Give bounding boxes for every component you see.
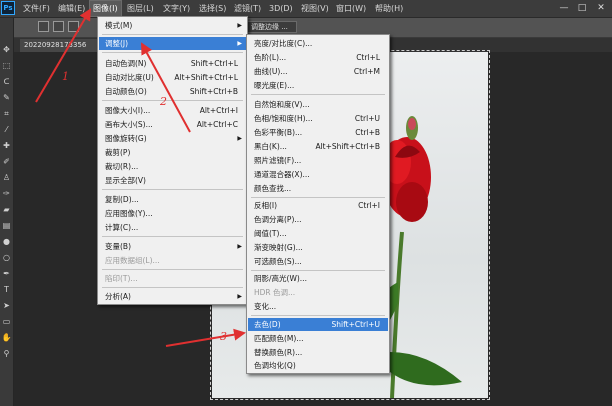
adjust-color-lookup[interactable]: 颜色查找... [248,182,388,195]
image-menu-calculations[interactable]: 计算(C)... [99,221,246,234]
move-tool-icon[interactable]: ✥ [1,44,12,55]
crop-tool-icon[interactable]: ⌗ [1,108,12,119]
hand-tool-icon[interactable]: ✋ [1,332,12,343]
image-menu-trim[interactable]: 裁切(R)... [99,160,246,173]
healing-brush-icon[interactable]: ✚ [1,140,12,151]
clone-stamp-icon[interactable]: ♙ [1,172,12,183]
pen-tool-icon[interactable]: ✒ [1,268,12,279]
close-button[interactable]: ✕ [593,0,609,17]
adjust-brightness-contrast[interactable]: 亮度/对比度(C)... [248,37,388,50]
minimize-button[interactable]: — [556,0,572,17]
adjust-gradient-map[interactable]: 渐变映射(G)... [248,241,388,254]
new-selection-icon[interactable] [38,21,49,32]
menu-3d[interactable]: 3D(D) [266,0,296,17]
annotation-label-1: 1 [62,70,69,83]
tools-panel: ✥ ⬚ ᑕ ✎ ⌗ ⁄ ✚ ✐ ♙ ✑ ▰ ▤ ● ○ ✒ T ➤ ▭ ✋ ⚲ [0,18,14,406]
maximize-button[interactable]: □ [574,0,590,17]
adjust-desaturate[interactable]: 去色(D) Shift+Ctrl+U [248,318,388,331]
history-brush-icon[interactable]: ✑ [1,188,12,199]
subtract-selection-icon[interactable] [68,21,79,32]
image-menu-canvas-size[interactable]: 画布大小(S)... Alt+Ctrl+C [99,118,246,131]
lasso-icon[interactable]: ᑕ [1,76,12,87]
image-menu-crop[interactable]: 裁剪(P) [99,146,246,159]
image-menu-image-size[interactable]: 图像大小(I)... Alt+Ctrl+I [99,104,246,117]
adjust-replace-color[interactable]: 替换颜色(R)... [248,346,388,359]
image-menu-duplicate[interactable]: 复制(D)... [99,193,246,206]
image-menu-apply-data-set: 应用数据组(L)... [105,256,160,265]
type-tool-icon[interactable]: T [1,284,12,295]
document-tab[interactable]: 20220928173356 [20,39,108,52]
image-menu-reveal-all[interactable]: 显示全部(V) [99,174,246,187]
image-menu-auto-tone[interactable]: 自动色调(N) Shift+Ctrl+L [99,57,246,70]
adjust-threshold[interactable]: 阈值(T)... [248,227,388,240]
annotation-label-2: 2 [160,95,167,108]
adjust-equalize[interactable]: 色调均化(Q) [248,359,388,372]
menu-image[interactable]: 图像(I) [89,0,122,17]
image-menu-analysis[interactable]: 分析(A) ▶ [99,290,246,303]
adjust-hue-saturation[interactable]: 色相/饱和度(H)... Ctrl+U [248,112,388,125]
eraser-tool-icon[interactable]: ▰ [1,204,12,215]
adjust-posterize[interactable]: 色调分离(P)... [248,213,388,226]
image-menu-mode[interactable]: 模式(M) ▶ [99,19,246,32]
adjust-selective-color[interactable]: 可选颜色(S)... [248,255,388,268]
menu-help[interactable]: 帮助(H) [372,0,406,17]
adjust-color-balance[interactable]: 色彩平衡(B)... Ctrl+B [248,126,388,139]
image-menu: 模式(M) ▶ 调整(J) ▶ 自动色调(N) Shift+Ctrl+L 自动对比度(… [97,16,248,305]
adjust-vibrance[interactable]: 自然饱和度(V)... [248,98,388,111]
blur-tool-icon[interactable]: ● [1,236,12,247]
menu-view[interactable]: 视图(V) [298,0,332,17]
image-menu-auto-color[interactable]: 自动颜色(O) Shift+Ctrl+B [99,85,246,98]
menu-window[interactable]: 窗口(W) [333,0,369,17]
shape-tool-icon[interactable]: ▭ [1,316,12,327]
marquee-tool-icon[interactable]: ⬚ [1,60,12,71]
adjust-hdr-toning: HDR 色调... [254,288,296,297]
gradient-tool-icon[interactable]: ▤ [1,220,12,231]
adjust-photo-filter[interactable]: 照片滤镜(F)... [248,154,388,167]
annotation-label-3: 3 [220,330,227,343]
image-menu-adjustments[interactable]: 调整(J) ▶ [99,37,246,50]
adjust-invert[interactable]: 反相(I) Ctrl+I [248,199,388,212]
eyedropper-icon[interactable]: ⁄ [1,124,12,135]
adjust-variations[interactable]: 变化... [248,300,388,313]
adjust-curves[interactable]: 曲线(U)... Ctrl+M [248,65,388,78]
image-menu-auto-contrast[interactable]: 自动对比度(U) Alt+Shift+Ctrl+L [99,71,246,84]
adjust-shadows-highlights[interactable]: 阴影/高光(W)... [248,272,388,285]
adjust-levels[interactable]: 色阶(L)... Ctrl+L [248,51,388,64]
menu-file[interactable]: 文件(F) [20,0,53,17]
menu-select[interactable]: 选择(S) [196,0,229,17]
add-selection-icon[interactable] [53,21,64,32]
zoom-tool-icon[interactable]: ⚲ [1,348,12,359]
photoshop-logo: Ps [1,1,15,15]
adjust-channel-mixer[interactable]: 通道混合器(X)... [248,168,388,181]
adjust-exposure[interactable]: 曝光度(E)... [248,79,388,92]
path-select-icon[interactable]: ➤ [1,300,12,311]
adjustments-submenu: 亮度/对比度(C)... 色阶(L)... Ctrl+L 曲线(U)... Ctrl… [246,34,390,374]
menu-edit[interactable]: 编辑(E) [55,0,88,17]
dodge-tool-icon[interactable]: ○ [1,252,12,263]
image-menu-trap: 陷印(T)... [105,274,138,283]
menu-layer[interactable]: 图层(L) [124,0,157,17]
menu-bar: Ps 文件(F) 编辑(E) 图像(I) 图层(L) 文字(Y) 选择(S) 滤… [0,0,612,18]
quick-select-icon[interactable]: ✎ [1,92,12,103]
image-menu-variables[interactable]: 变量(B) ▶ [99,240,246,253]
image-menu-apply-image[interactable]: 应用图像(Y)... [99,207,246,220]
adjust-black-white[interactable]: 黑白(K)... Alt+Shift+Ctrl+B [248,140,388,153]
menu-type[interactable]: 文字(Y) [160,0,193,17]
adjust-edge-button[interactable]: 调整边缘 ... [247,21,297,33]
image-menu-rotation[interactable]: 图像旋转(G) ▶ [99,132,246,145]
brush-tool-icon[interactable]: ✐ [1,156,12,167]
menu-filter[interactable]: 滤镜(T) [231,0,264,17]
adjust-match-color[interactable]: 匹配颜色(M)... [248,332,388,345]
